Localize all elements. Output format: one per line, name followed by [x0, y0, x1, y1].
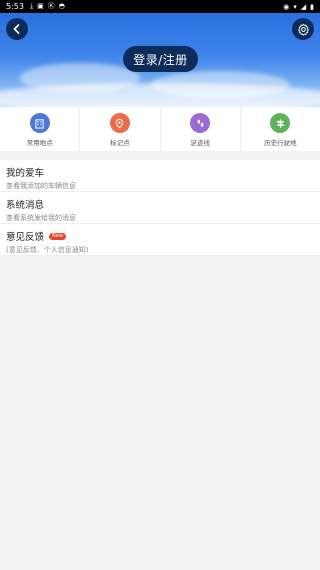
list-item-my-car[interactable]: 我的爱车 查看我添加的车辆信息	[0, 160, 320, 192]
list-item-subtitle: 查看系统发给我的消息	[6, 214, 76, 222]
login-register-button[interactable]: 登录/注册	[123, 46, 198, 72]
new-badge: New	[49, 232, 66, 240]
status-bar: 5:53 ⤓ ▣ Ⓚ ◓ ◉ ▾ ◢ ▮	[0, 0, 320, 13]
cloud-decoration	[0, 83, 320, 107]
quick-item-label: 历史行驶地	[264, 139, 297, 147]
footprint-icon	[190, 113, 211, 133]
list-item-subtitle: (意见反馈、个人信息通知)	[6, 246, 89, 254]
quick-item-label: 足迹线	[190, 139, 210, 147]
gamepad-icon: ◓	[58, 2, 65, 10]
list-item-system-messages[interactable]: 系统消息 查看系统发给我的消息	[0, 192, 320, 224]
wifi-icon: ▾	[293, 2, 297, 11]
status-right-icons: ◉ ▾ ◢ ▮	[283, 3, 314, 11]
menu-list: 我的爱车 查看我添加的车辆信息 系统消息 查看系统发给我的消息 意见反馈 New…	[0, 160, 320, 256]
notification-icon: ▣	[37, 2, 44, 10]
my-car-title: 我的爱车	[6, 168, 45, 179]
status-time: 5:53	[6, 2, 24, 11]
quick-item-marked-points[interactable]: 标记点	[80, 107, 161, 151]
signal-icon: ◢	[300, 2, 307, 11]
system-messages-title: 系统消息	[6, 200, 45, 211]
list-item-title: 系统消息	[6, 197, 314, 211]
quick-item-common-places[interactable]: 常用地点	[0, 107, 81, 151]
quick-item-label: 标记点	[110, 139, 130, 147]
quick-item-label: 常用地点	[26, 139, 53, 147]
quick-item-history-places[interactable]: 历史行驶地	[241, 107, 320, 151]
k-icon: Ⓚ	[47, 2, 55, 10]
quick-actions: 常用地点 标记点 足迹线 历史行驶地	[0, 107, 320, 151]
chevron-left-icon	[13, 24, 20, 34]
map-pin-icon	[109, 113, 130, 133]
status-left-icons: ⤓ ▣ Ⓚ ◓	[30, 3, 65, 10]
list-item-feedback[interactable]: 意见反馈 New (意见反馈、个人信息通知)	[0, 224, 320, 256]
list-item-subtitle: 查看我添加的车辆信息	[6, 182, 76, 190]
building-icon	[29, 113, 50, 133]
profile-header: 登录/注册	[0, 13, 320, 107]
signpost-icon	[270, 113, 291, 133]
login-register-label: 登录/注册	[133, 52, 188, 67]
list-item-title: 我的爱车	[6, 165, 314, 179]
location-icon: ◉	[283, 2, 290, 11]
gear-icon	[297, 23, 309, 36]
quick-item-footprints[interactable]: 足迹线	[161, 107, 241, 151]
back-button[interactable]	[6, 18, 28, 40]
battery-icon: ▮	[310, 2, 314, 11]
settings-button[interactable]	[292, 18, 314, 40]
list-item-title: 意见反馈 New	[6, 229, 314, 243]
download-icon: ⤓	[29, 2, 34, 10]
feedback-title: 意见反馈	[6, 232, 45, 243]
